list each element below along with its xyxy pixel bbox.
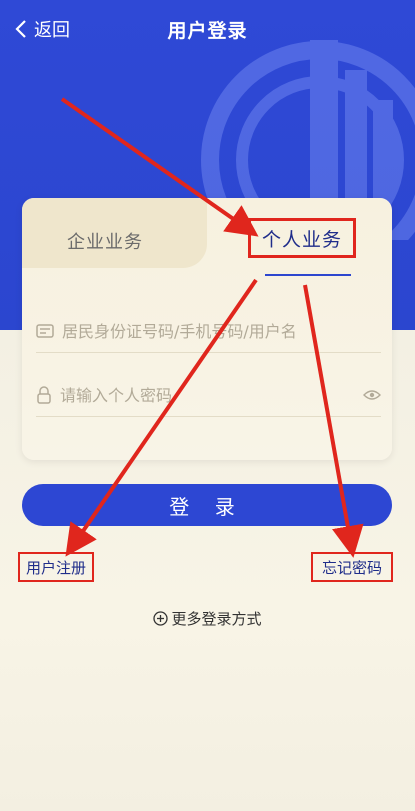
eye-icon[interactable] bbox=[363, 389, 381, 401]
page-title: 用户登录 bbox=[167, 20, 248, 42]
password-field[interactable] bbox=[36, 374, 381, 417]
tab-enterprise[interactable]: 企业业务 bbox=[67, 228, 143, 254]
more-login-label: 更多登录方式 bbox=[171, 610, 262, 628]
login-card: 企业业务 个人业务 bbox=[22, 198, 392, 460]
more-login-options[interactable]: 更多登录方式 bbox=[0, 608, 415, 629]
id-field[interactable] bbox=[36, 310, 381, 353]
password-input[interactable] bbox=[60, 385, 355, 405]
login-button[interactable]: 登 录 bbox=[22, 484, 392, 526]
lock-icon bbox=[37, 386, 51, 404]
id-card-icon bbox=[36, 324, 54, 338]
tab-personal[interactable]: 个人业务 bbox=[248, 218, 356, 258]
active-tab-indicator bbox=[265, 274, 351, 276]
plus-circle-icon bbox=[153, 611, 169, 626]
register-link[interactable]: 用户注册 bbox=[18, 552, 94, 582]
id-input[interactable] bbox=[62, 321, 381, 341]
forgot-password-link[interactable]: 忘记密码 bbox=[311, 552, 393, 582]
